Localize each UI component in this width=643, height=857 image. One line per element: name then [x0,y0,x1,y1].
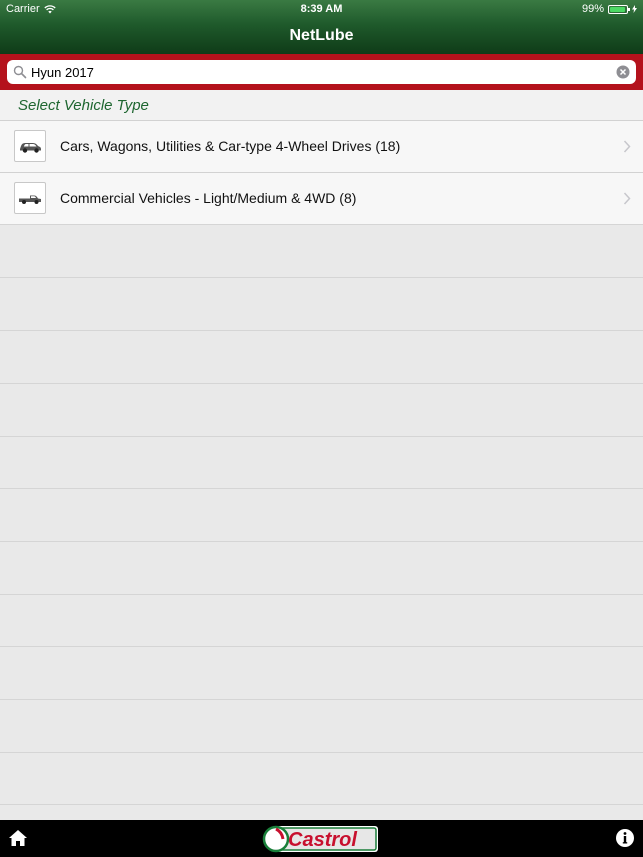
empty-row [0,541,643,594]
clear-search-icon[interactable] [616,65,630,79]
truck-icon [14,182,46,214]
empty-row [0,804,643,820]
search-field[interactable] [7,60,636,84]
castrol-logo[interactable]: Castrol [262,824,380,854]
battery-icon [608,4,630,14]
empty-row [0,277,643,330]
bottom-toolbar: Castrol [0,820,643,857]
empty-row [0,699,643,752]
logo-text: Castrol [288,829,357,851]
empty-row [0,594,643,647]
home-icon[interactable] [8,828,28,848]
empty-row [0,330,643,383]
vehicle-type-row-cars[interactable]: Cars, Wagons, Utilities & Car-type 4-Whe… [0,120,643,172]
empty-row [0,646,643,699]
search-icon [13,65,27,79]
app-header: Carrier 8:39 AM 99% NetLube [0,0,643,54]
chevron-right-icon [623,140,631,153]
empty-row [0,488,643,541]
charging-icon [632,5,637,13]
battery-percent: 99% [581,3,604,15]
car-icon [14,130,46,162]
search-bar [0,54,643,90]
section-title: Select Vehicle Type [18,97,149,114]
empty-row [0,383,643,436]
row-label: Commercial Vehicles - Light/Medium & 4WD… [60,190,357,206]
clock: 8:39 AM [300,3,343,15]
empty-row [0,752,643,805]
empty-row [0,224,643,277]
info-icon[interactable] [615,828,635,848]
section-header: Select Vehicle Type [0,90,643,120]
page-title: NetLube [289,27,354,44]
status-bar: Carrier 8:39 AM 99% [0,0,643,18]
battery-indicator: 99% [582,3,637,15]
search-input[interactable] [31,60,611,84]
empty-row [0,436,643,489]
row-label: Cars, Wagons, Utilities & Car-type 4-Whe… [60,138,401,154]
chevron-right-icon [623,192,631,205]
vehicle-type-row-commercial[interactable]: Commercial Vehicles - Light/Medium & 4WD… [0,172,643,224]
